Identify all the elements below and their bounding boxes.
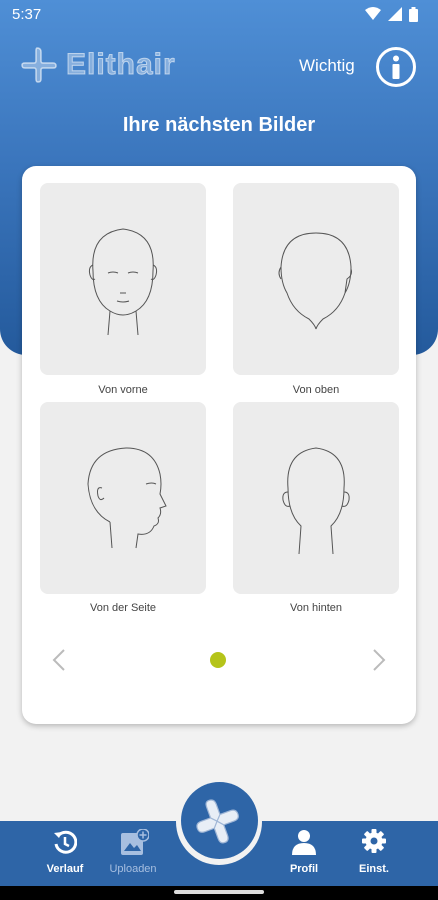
elithair-logo-icon bbox=[21, 47, 57, 83]
head-side-icon bbox=[87, 447, 167, 549]
nav-label-uploaden: Uploaden bbox=[109, 863, 157, 875]
settings-icon bbox=[362, 829, 386, 853]
status-icons bbox=[365, 6, 418, 22]
system-home-bar bbox=[0, 886, 438, 900]
photo-guide-card: Von vorne Von oben Von der Seite Von hin… bbox=[22, 166, 416, 724]
tile-label-top: Von oben bbox=[292, 384, 340, 396]
nav-item-profil[interactable]: Profil bbox=[269, 821, 339, 886]
head-top-icon bbox=[278, 232, 352, 330]
head-back-icon bbox=[282, 447, 350, 555]
chevron-right-icon bbox=[373, 649, 386, 671]
head-front-icon bbox=[88, 228, 158, 336]
nav-item-verlauf[interactable]: Verlauf bbox=[30, 821, 100, 886]
tile-label-front: Von vorne bbox=[98, 384, 148, 396]
nav-item-einstellungen[interactable]: Einst. bbox=[339, 821, 409, 886]
status-time: 5:37 bbox=[12, 5, 42, 23]
info-icon bbox=[392, 55, 400, 79]
tile-front[interactable] bbox=[40, 183, 206, 375]
page-indicator-dot bbox=[210, 652, 226, 668]
page-title: Ihre nächsten Bilder bbox=[122, 114, 316, 136]
tile-label-back: Von hinten bbox=[290, 602, 342, 614]
home-indicator[interactable] bbox=[174, 890, 264, 894]
next-page-button[interactable] bbox=[372, 648, 386, 677]
battery-icon bbox=[409, 6, 418, 22]
upload-image-icon bbox=[121, 829, 149, 855]
chevron-left-icon bbox=[52, 649, 65, 671]
signal-icon bbox=[388, 7, 402, 21]
tile-top[interactable] bbox=[233, 183, 399, 375]
info-button[interactable] bbox=[376, 47, 416, 87]
tile-side[interactable] bbox=[40, 402, 206, 594]
nav-label-verlauf: Verlauf bbox=[46, 863, 84, 875]
tile-back[interactable] bbox=[233, 402, 399, 594]
top-bar: Elithair Wichtig bbox=[0, 36, 438, 96]
tile-label-side: Von der Seite bbox=[89, 602, 157, 614]
status-bar: 5:37 bbox=[0, 0, 438, 28]
elithair-logo-icon bbox=[196, 799, 239, 844]
nav-label-einstellungen: Einst. bbox=[359, 863, 389, 875]
app-logo: Elithair bbox=[20, 46, 176, 84]
history-icon bbox=[54, 830, 77, 854]
prev-page-button[interactable] bbox=[52, 648, 66, 677]
profile-icon bbox=[292, 830, 316, 855]
logo-text: Elithair bbox=[66, 48, 176, 82]
center-action-button[interactable] bbox=[181, 782, 258, 859]
nav-label-profil: Profil bbox=[289, 863, 319, 875]
wichtig-link[interactable]: Wichtig bbox=[299, 56, 355, 76]
nav-item-uploaden[interactable]: Uploaden bbox=[98, 821, 168, 886]
wifi-icon bbox=[365, 7, 381, 20]
